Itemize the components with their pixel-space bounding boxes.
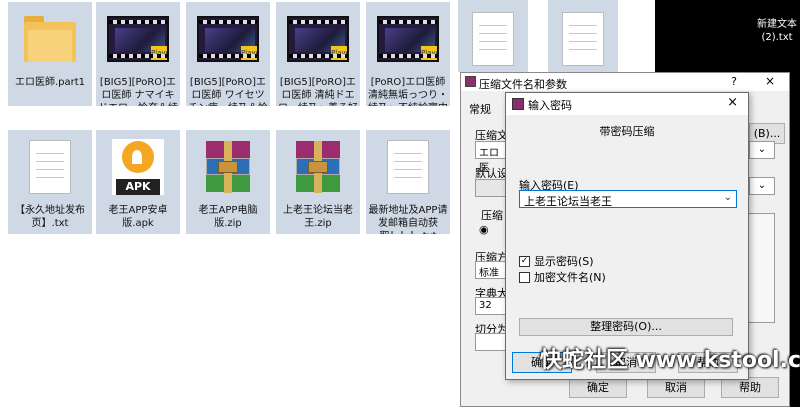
file-caption: 老王APP电脑版.zip [198,205,258,229]
dialog-title: 输入密码 [528,99,572,112]
tab-general[interactable]: 常规 [469,101,491,117]
video-icon: Player [197,8,259,70]
cancel-button[interactable]: 取消 [647,377,705,398]
file-caption: 【永久地址发布页】.txt [15,205,85,229]
password-input[interactable]: 上老王论坛当老王 ⌄ [519,190,737,208]
file-item-video[interactable]: Player [BIG5][PoRO]エロ医師 ワイセツチン療・綾乃＆怜奈～ちょ… [186,2,270,106]
ok-button[interactable]: 确定 [569,377,627,398]
dialog-title: 压缩文件名和参数 [479,78,567,91]
video-icon: Player [377,8,439,70]
file-item-zip[interactable]: 老王APP电脑版.zip [186,130,270,234]
help-button[interactable]: 帮助 [721,377,779,398]
encrypt-filenames-checkbox[interactable]: 加密文件名(N) [519,269,606,285]
file-item-zip[interactable]: 上老王论坛当老王.zip [276,130,360,234]
winrar-archive-icon [197,136,259,198]
file-item-txt[interactable]: 最新地址及APP请发邮箱自动获取！！！.txt [366,130,450,234]
file-caption[interactable]: 新建文本(2).txt [755,18,799,44]
file-caption: [PoRO]エロ医師 清純無垢っつり・綾乃～不純診察中ズリ触診… [368,77,448,106]
dialog-header: 带密码压缩 [599,125,655,138]
file-item-video[interactable]: Player [PoRO]エロ医師 清純無垢っつり・綾乃～不純診察中ズリ触診… [366,2,450,106]
radio-icon[interactable]: ◉ [479,223,489,236]
file-item-doc-partial[interactable] [548,0,618,72]
file-caption: 最新地址及APP请发邮箱自动获取！！！.txt [368,205,448,234]
dialog-titlebar[interactable]: 输入密码 × [506,93,748,115]
file-item-doc-partial[interactable] [458,0,528,72]
apk-icon: APK [107,136,169,198]
file-caption: 上老王论坛当老王.zip [283,205,353,229]
show-password-label: 显示密码(S) [534,255,594,268]
file-caption: [BIG5][PoRO]エロ医師 ナマイキドエロ・怜奈＆綾乃～鑑み貪… [98,77,178,106]
watermark: 快蛇社区 www.kstool.cc [540,348,800,373]
password-value: 上老王论坛当老王 [524,195,612,208]
file-caption: [BIG5][PoRO]エロ医師 ワイセツチン療・綾乃＆怜奈～ちょろ… [188,77,268,106]
file-item-txt[interactable]: 【永久地址发布页】.txt [8,130,92,234]
video-icon: Player [287,8,349,70]
text-file-icon [19,136,81,198]
text-file-icon [552,8,614,70]
archive-name-dropdown[interactable]: ⌄ [749,141,775,159]
organize-passwords-button[interactable]: 整理密码(O)... [519,318,733,336]
file-item-video[interactable]: Player [BIG5][PoRO]エロ医師 ナマイキドエロ・怜奈＆綾乃～鑑み… [96,2,180,106]
winrar-icon [512,98,524,110]
file-item-apk[interactable]: APK 老王APP安卓版.apk [96,130,180,234]
close-icon[interactable]: × [727,95,738,110]
encrypt-filenames-label: 加密文件名(N) [534,271,606,284]
file-caption: 老王APP安卓版.apk [108,205,168,229]
winrar-archive-icon [287,136,349,198]
file-item-video[interactable]: Player [BIG5][PoRO]エロ医師 清純ドエロ・綾乃～羨る好奇芯～[… [276,2,360,106]
update-mode-dropdown[interactable]: ⌄ [749,177,775,195]
checkbox-unchecked-icon[interactable] [519,271,530,283]
close-icon[interactable]: × [765,74,775,88]
video-icon: Player [107,8,169,70]
checkbox-checked-icon[interactable]: ✓ [519,255,530,267]
password-dialog: 输入密码 × 带密码压缩 输入密码(E) 上老王论坛当老王 ⌄ ✓ 显示密码(S… [505,92,749,380]
file-caption: エロ医師.part1 [14,77,86,88]
dialog-titlebar[interactable]: 压缩文件名和参数 ? × [461,73,789,91]
text-file-icon [462,8,524,70]
help-icon[interactable]: ? [731,75,737,88]
winrar-icon [465,76,476,87]
file-caption: [BIG5][PoRO]エロ医師 清純ドエロ・綾乃～羨る好奇芯～[AVC… [278,77,358,106]
folder-rar-icon [19,8,81,70]
show-password-checkbox[interactable]: ✓ 显示密码(S) [519,253,594,269]
compress-label: 压缩 [481,209,503,222]
text-file-icon [377,136,439,198]
chevron-down-icon[interactable]: ⌄ [724,192,732,203]
file-item-folder[interactable]: エロ医師.part1 [8,2,92,106]
